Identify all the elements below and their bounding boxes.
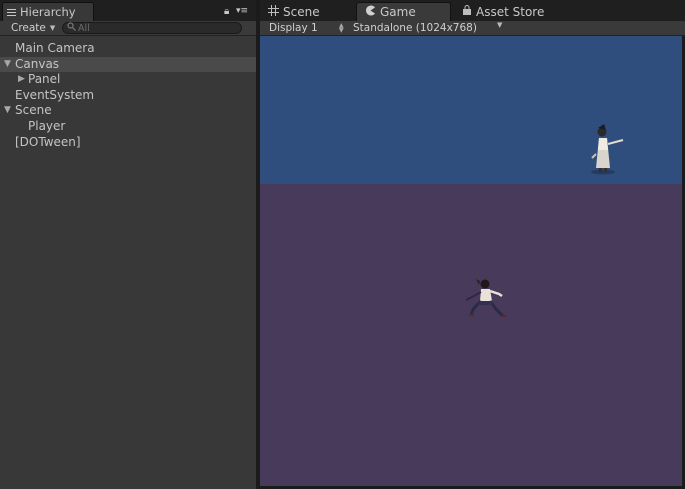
tab-asset-store-label: Asset Store xyxy=(476,4,545,19)
panel-menu-icon[interactable]: ▾≡ xyxy=(236,6,248,16)
tree-item-main-camera[interactable]: Main Camera xyxy=(0,41,256,57)
tree-item-label: Main Camera xyxy=(15,41,95,55)
tab-asset-store[interactable]: Asset Store xyxy=(462,2,544,21)
editor-tabbar: Scene Game Asset Store xyxy=(260,0,685,21)
lock-icon[interactable]: 🔒︎ xyxy=(224,6,229,17)
hierarchy-toolbar: Create ▼ xyxy=(0,21,256,36)
hierarchy-tab-label: Hierarchy xyxy=(20,5,76,19)
hierarchy-tabbar: Hierarchy 🔒︎ ▾≡ xyxy=(0,0,256,21)
ground-area xyxy=(260,184,682,486)
display-dropdown-label: Display 1 xyxy=(269,22,318,34)
hierarchy-tab[interactable]: Hierarchy xyxy=(2,2,94,21)
tree-item-label: Player xyxy=(28,118,66,133)
tree-item-panel[interactable]: ▶ Panel xyxy=(0,72,256,88)
player-character-sprite xyxy=(465,279,506,318)
tree-item-label: Panel xyxy=(28,72,61,87)
hierarchy-panel: Hierarchy 🔒︎ ▾≡ Create ▼ Main Camera ▼ C… xyxy=(0,0,256,489)
tab-scene[interactable]: Scene xyxy=(268,2,320,21)
shopping-bag-icon xyxy=(462,4,472,19)
updown-arrows-icon: ▲ ▼ xyxy=(339,22,344,34)
search-icon xyxy=(67,22,76,34)
expand-arrow-icon[interactable]: ▼ xyxy=(4,103,11,119)
display-dropdown[interactable]: Display 1 ▲ ▼ xyxy=(269,21,344,35)
tab-game[interactable]: Game xyxy=(356,2,451,21)
search-input[interactable] xyxy=(78,23,228,33)
pacman-icon xyxy=(365,5,376,19)
hierarchy-tree: Main Camera ▼ Canvas ▶ Panel EventSystem… xyxy=(0,41,256,150)
tab-game-label: Game xyxy=(380,5,416,19)
hierarchy-search[interactable] xyxy=(62,22,242,34)
tree-item-event-system[interactable]: EventSystem xyxy=(0,88,256,104)
tab-scene-label: Scene xyxy=(283,4,320,19)
game-toolbar: Display 1 ▲ ▼ Standalone (1024x768) ▼ xyxy=(260,21,685,36)
dropdown-caret-icon: ▼ xyxy=(497,21,503,29)
collapse-arrow-icon[interactable]: ▶ xyxy=(18,72,25,88)
resolution-dropdown[interactable]: Standalone (1024x768) ▼ xyxy=(353,21,503,35)
game-view[interactable] xyxy=(260,36,682,486)
tree-item-canvas[interactable]: ▼ Canvas xyxy=(0,56,256,73)
list-icon xyxy=(7,8,16,17)
enemy-character-sprite xyxy=(591,124,624,175)
tree-item-player[interactable]: Player xyxy=(0,119,256,135)
tree-item-label: [DOTween] xyxy=(15,134,81,149)
tree-item-label: EventSystem xyxy=(15,87,95,102)
dropdown-caret-icon: ▼ xyxy=(49,24,56,32)
tree-item-scene[interactable]: ▼ Scene xyxy=(0,103,256,119)
tree-item-label: Scene xyxy=(15,103,52,118)
tree-item-dotween[interactable]: [DOTween] xyxy=(0,135,256,151)
grid-icon xyxy=(268,4,279,19)
tree-item-label: Canvas xyxy=(15,56,60,71)
resolution-dropdown-label: Standalone (1024x768) xyxy=(353,22,477,34)
create-button[interactable]: Create ▼ xyxy=(3,21,57,35)
create-button-label: Create xyxy=(11,22,46,34)
expand-arrow-icon[interactable]: ▼ xyxy=(4,57,11,73)
